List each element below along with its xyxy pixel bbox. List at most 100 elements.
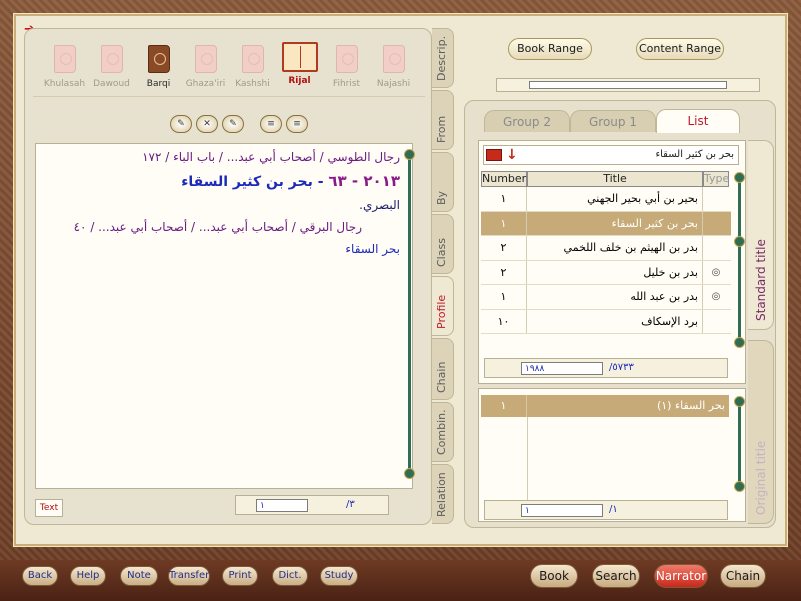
scroll-down-icon[interactable] [404, 468, 415, 479]
scroll-up-icon[interactable] [734, 396, 745, 407]
tab-combin[interactable]: Combin. [432, 402, 454, 462]
text-page-input[interactable] [256, 499, 308, 512]
tab-by[interactable]: By [432, 152, 454, 212]
tab-chain[interactable]: Chain [432, 338, 454, 400]
table-row[interactable]: ٢ بدر بن الهيثم بن خلف اللخمي [481, 236, 731, 261]
tab-label: By [435, 190, 448, 205]
scroll-up-icon[interactable] [404, 149, 415, 160]
book-label: Fihrist [332, 79, 361, 89]
tab-label: Profile [435, 294, 448, 329]
heading-separator: - [312, 174, 324, 190]
back-button[interactable]: Back [22, 566, 58, 586]
col-type[interactable]: Type [703, 171, 729, 187]
book-icon [53, 45, 76, 73]
book-fihrist[interactable]: Fihrist [324, 37, 370, 96]
range-field[interactable] [529, 81, 727, 89]
print-button[interactable]: Print [222, 566, 258, 586]
format-tool-3-icon[interactable]: ✎ [222, 115, 244, 133]
book-button[interactable]: Book [530, 564, 578, 588]
tab-label: Relation [435, 472, 448, 517]
align-tool-1-icon[interactable]: ≡ [260, 115, 282, 133]
col-number[interactable]: Number [481, 171, 527, 187]
narrator-grid: Number Title Type ١ بحير بن أبي بحير الج… [481, 171, 731, 334]
narrator-button[interactable]: Narrator [654, 564, 708, 588]
table-row[interactable]: ١ بدر بن عبد الله ◎ [481, 285, 731, 310]
search-input[interactable]: بحر بن كثير السقاء [655, 149, 734, 160]
help-button[interactable]: Help [70, 566, 106, 586]
table-row[interactable]: ١ بحير بن أبي بحير الجهني [481, 187, 731, 212]
row-title: بدر بن الهيثم بن خلف اللخمي [527, 236, 703, 260]
book-range-button[interactable]: Book Range [508, 38, 592, 60]
row-title: برد الإسكاف [527, 309, 703, 333]
tab-original-title[interactable]: Original title [748, 340, 774, 524]
list-scrollbar[interactable] [734, 172, 745, 348]
scroll-track [738, 404, 741, 484]
row-title: بدر بن عبد الله [527, 285, 703, 309]
table-row[interactable]: ٢ بدر بن خليل ◎ [481, 260, 731, 285]
study-button[interactable]: Study [320, 566, 358, 586]
book-khulasah[interactable]: Khulasah [42, 37, 88, 96]
format-tool-2-icon[interactable]: ✕ [196, 115, 218, 133]
scroll-up-icon[interactable] [734, 172, 745, 183]
table-row[interactable]: ١٠ برد الإسكاف [481, 309, 731, 334]
narrator-number: ٢٠١٣ - ٦٣ [328, 172, 400, 190]
content-range-button[interactable]: Content Range [636, 38, 724, 60]
grid-header: Number Title Type [481, 171, 731, 187]
scroll-down-icon[interactable] [734, 481, 745, 492]
row-type [703, 236, 729, 260]
row-title: بحير بن أبي بحير الجهني [527, 187, 703, 211]
align-tool-2-icon[interactable]: ≡ [286, 115, 308, 133]
tab-standard-title[interactable]: Standard title [748, 140, 774, 330]
tab-descrip[interactable]: Descrip. [432, 28, 454, 88]
col-title[interactable]: Title [527, 171, 703, 187]
tab-group-2[interactable]: Group 2 [484, 110, 570, 132]
keyboard-icon[interactable] [486, 149, 502, 161]
tab-from[interactable]: From [432, 90, 454, 150]
result-pagination: /١ [484, 500, 728, 520]
book-barqi[interactable]: Barqi [136, 37, 182, 96]
book-bar: Khulasah Dawoud Barqi Ghaza'iri Kashshi … [33, 37, 425, 97]
source-ref-tusi: رجال الطوسي / أصحاب أبي عبد... / باب الب… [142, 150, 400, 164]
scroll-thumb[interactable] [734, 236, 745, 247]
row-title: بحر بن كثير السقاء [527, 211, 703, 235]
scroll-down-icon[interactable] [734, 337, 745, 348]
range-indicator [496, 78, 760, 92]
tab-group-1[interactable]: Group 1 [570, 110, 656, 132]
tab-text[interactable]: Text [35, 499, 63, 517]
arrow-down-icon[interactable]: ↓ [506, 147, 518, 163]
result-scrollbar[interactable] [734, 396, 745, 492]
tab-relation[interactable]: Relation [432, 464, 454, 524]
tab-profile[interactable]: Profile [432, 276, 454, 336]
text-scrollbar[interactable] [404, 149, 415, 479]
result-page-input[interactable] [521, 504, 603, 517]
book-ghazairi[interactable]: Ghaza'iri [183, 37, 229, 96]
book-label: Khulasah [43, 79, 86, 89]
search-button[interactable]: Search [592, 564, 640, 588]
list-total: /٥٧٣٣ [609, 362, 634, 373]
book-icon [241, 45, 264, 73]
grid-divider [527, 417, 528, 503]
table-row-selected[interactable]: ١ بحر السقاء (١) [481, 395, 729, 417]
list-position-input[interactable] [521, 362, 603, 375]
book-rijal[interactable]: Rijal [277, 37, 323, 96]
list-pagination: /٥٧٣٣ [484, 358, 728, 378]
book-label: Najashi [376, 79, 411, 89]
book-dawoud[interactable]: Dawoud [89, 37, 135, 96]
tab-label: Descrip. [435, 35, 448, 81]
row-type [703, 310, 729, 334]
book-najashi[interactable]: Najashi [371, 37, 417, 96]
dict-button[interactable]: Dict. [272, 566, 308, 586]
note-button[interactable]: Note [120, 566, 158, 586]
book-kashshi[interactable]: Kashshi [230, 37, 276, 96]
narrator-heading: ٢٠١٣ - ٦٣ - بحر بن كثير السقاء [44, 172, 400, 190]
tab-class[interactable]: Class [432, 214, 454, 274]
table-row-selected[interactable]: ١ بحر بن كثير السقاء [481, 211, 731, 236]
book-label: Dawoud [93, 79, 130, 89]
format-tool-1-icon[interactable]: ✎ [170, 115, 192, 133]
chain-button[interactable]: Chain [720, 564, 766, 588]
search-row: ↓ بحر بن كثير السقاء [483, 145, 739, 165]
transfer-button[interactable]: Transfer [168, 566, 210, 586]
book-icon [382, 45, 405, 73]
tab-list[interactable]: List [656, 109, 740, 133]
book-label: Ghaza'iri [185, 79, 226, 89]
